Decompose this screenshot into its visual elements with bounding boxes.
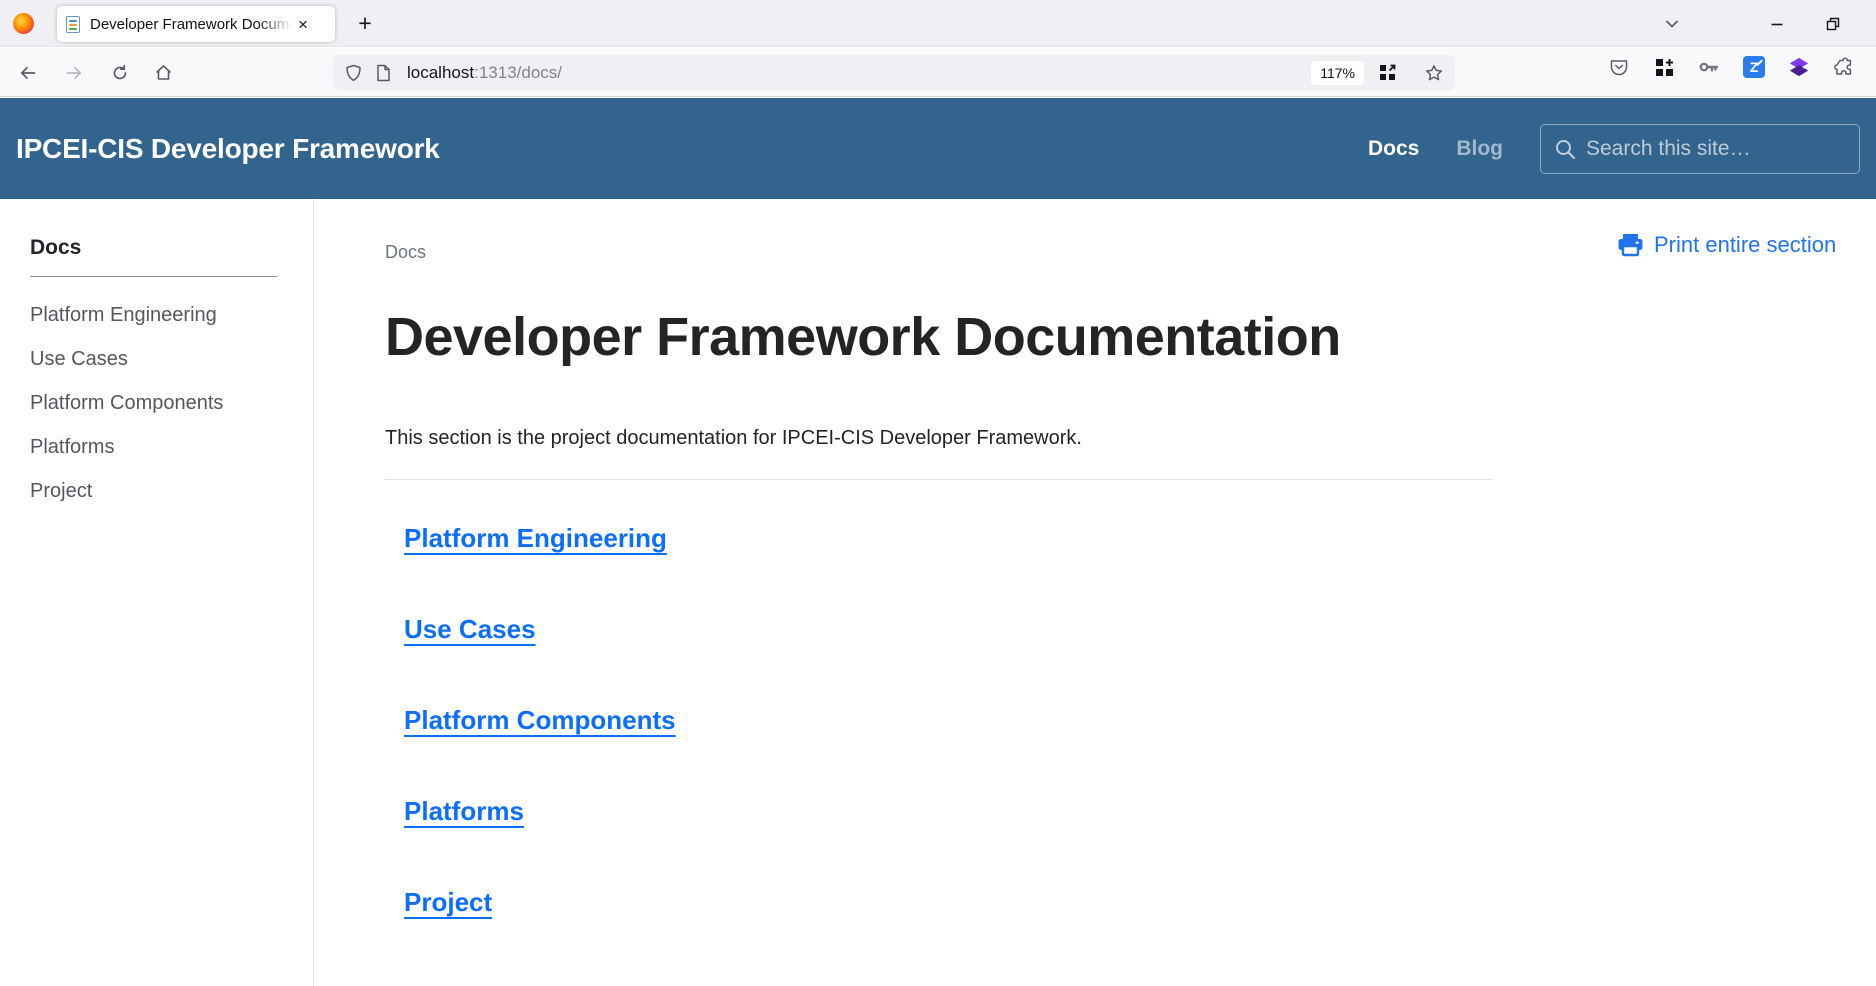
tab-list-dropdown-icon[interactable] xyxy=(1656,8,1688,40)
extension-squares-plus-icon[interactable] xyxy=(1653,56,1675,78)
toolbar-extension-area: Z xyxy=(1608,56,1855,78)
forward-button[interactable] xyxy=(57,56,90,89)
sidebar-item-platform-components[interactable]: Platform Components xyxy=(30,391,285,415)
site-search[interactable] xyxy=(1540,124,1860,174)
sidebar-item-platforms[interactable]: Platforms xyxy=(30,435,285,459)
browser-tab[interactable]: Developer Framework Documentation × xyxy=(57,6,335,42)
section-link-platform-engineering[interactable]: Platform Engineering xyxy=(404,522,667,554)
main-content: Docs Developer Framework Documentation T… xyxy=(314,199,1564,986)
sidebar-heading[interactable]: Docs xyxy=(30,236,285,260)
tracking-shield-icon[interactable] xyxy=(345,64,362,82)
zotero-icon[interactable]: Z xyxy=(1743,56,1765,78)
section-link-use-cases[interactable]: Use Cases xyxy=(404,613,536,645)
url-host: localhost xyxy=(407,63,474,82)
browser-window: Developer Framework Documentation × + xyxy=(0,0,1876,986)
intro-paragraph: This section is the project documentatio… xyxy=(385,427,1564,450)
layers-icon[interactable] xyxy=(1788,56,1810,78)
search-input[interactable] xyxy=(1586,137,1846,161)
home-button[interactable] xyxy=(147,56,180,89)
sidebar-divider xyxy=(30,276,277,277)
docs-sidebar: Docs Platform Engineering Use Cases Plat… xyxy=(0,199,314,986)
section-link-platforms[interactable]: Platforms xyxy=(404,795,524,827)
section-link-platform-components[interactable]: Platform Components xyxy=(404,704,676,736)
tab-title: Developer Framework Documentation xyxy=(90,16,296,33)
site-navbar: IPCEI-CIS Developer Framework Docs Blog xyxy=(0,98,1876,199)
tab-close-icon[interactable]: × xyxy=(298,16,308,33)
breadcrumb[interactable]: Docs xyxy=(385,242,1564,263)
url-path: :1313/docs/ xyxy=(474,63,562,82)
nav-link-docs[interactable]: Docs xyxy=(1368,137,1419,161)
section-link-list: Platform Engineering Use Cases Platform … xyxy=(385,522,1564,918)
sidebar-item-use-cases[interactable]: Use Cases xyxy=(30,347,285,371)
window-minimize-button[interactable] xyxy=(1761,8,1793,40)
open-in-window-icon[interactable] xyxy=(1379,64,1396,81)
zoom-level-indicator[interactable]: 117% xyxy=(1311,61,1364,85)
content-divider xyxy=(385,479,1493,480)
site-brand[interactable]: IPCEI-CIS Developer Framework xyxy=(16,133,440,165)
browser-toolbar: localhost:1313/docs/ 117% xyxy=(0,48,1876,97)
nav-link-blog[interactable]: Blog xyxy=(1456,137,1503,161)
printer-icon xyxy=(1617,233,1644,258)
pocket-icon[interactable] xyxy=(1608,56,1630,78)
print-section-label: Print entire section xyxy=(1654,232,1836,258)
new-tab-button[interactable]: + xyxy=(349,7,381,39)
url-bar[interactable]: localhost:1313/docs/ 117% xyxy=(333,55,1455,90)
sidebar-item-platform-engineering[interactable]: Platform Engineering xyxy=(30,303,285,327)
firefox-logo-icon xyxy=(13,13,34,34)
key-icon[interactable] xyxy=(1698,56,1720,78)
back-button[interactable] xyxy=(11,56,44,89)
window-restore-button[interactable] xyxy=(1817,8,1849,40)
sidebar-item-project[interactable]: Project xyxy=(30,479,285,503)
site-nav: Docs Blog xyxy=(1368,124,1860,174)
page-favicon-icon xyxy=(66,16,80,33)
tab-strip: Developer Framework Documentation × + xyxy=(0,0,1876,47)
print-section-link[interactable]: Print entire section xyxy=(1617,232,1836,258)
page-info-icon[interactable] xyxy=(376,64,391,82)
right-rail: Print entire section xyxy=(1564,199,1876,986)
bookmark-star-icon[interactable] xyxy=(1425,64,1443,82)
page-title: Developer Framework Documentation xyxy=(385,302,1385,373)
puzzle-icon[interactable] xyxy=(1833,56,1855,78)
search-icon xyxy=(1554,138,1576,160)
reload-button[interactable] xyxy=(103,56,136,89)
url-text: localhost:1313/docs/ xyxy=(407,63,562,83)
page-content: Docs Platform Engineering Use Cases Plat… xyxy=(0,199,1876,986)
section-link-project[interactable]: Project xyxy=(404,886,492,918)
